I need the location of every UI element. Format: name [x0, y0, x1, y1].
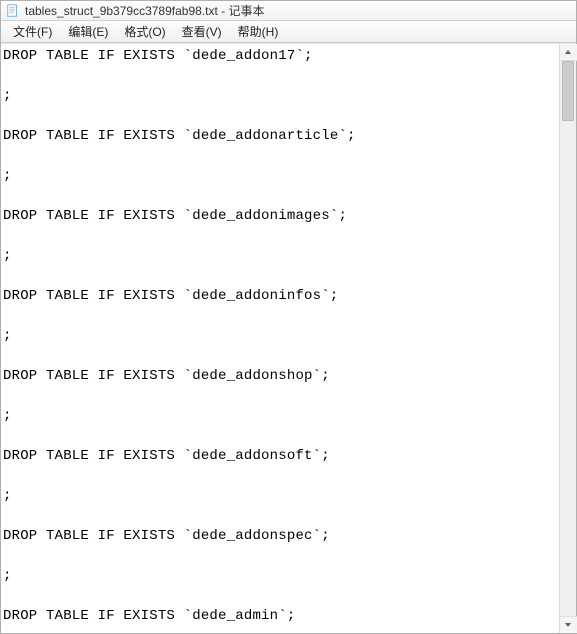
- scroll-thumb[interactable]: [562, 61, 574, 121]
- scroll-down-button[interactable]: [560, 616, 577, 633]
- scroll-up-button[interactable]: [560, 44, 577, 61]
- titlebar[interactable]: tables_struct_9b379cc3789fab98.txt - 记事本: [1, 1, 576, 21]
- menu-view[interactable]: 查看(V): [174, 21, 230, 42]
- menu-file[interactable]: 文件(F): [5, 21, 60, 42]
- menubar: 文件(F) 编辑(E) 格式(O) 查看(V) 帮助(H): [1, 21, 576, 43]
- window-title: tables_struct_9b379cc3789fab98.txt - 记事本: [25, 2, 264, 19]
- scroll-track[interactable]: [560, 61, 576, 616]
- editor-content[interactable]: DROP TABLE IF EXISTS `dede_addon17`; ; D…: [3, 46, 557, 633]
- editor-wrap: DROP TABLE IF EXISTS `dede_addon17`; ; D…: [1, 43, 576, 633]
- menu-help[interactable]: 帮助(H): [230, 21, 287, 42]
- notepad-icon: [5, 3, 21, 19]
- menu-edit[interactable]: 编辑(E): [60, 21, 116, 42]
- vertical-scrollbar[interactable]: [559, 44, 576, 633]
- editor-viewport[interactable]: DROP TABLE IF EXISTS `dede_addon17`; ; D…: [1, 44, 559, 633]
- menu-format[interactable]: 格式(O): [116, 21, 173, 42]
